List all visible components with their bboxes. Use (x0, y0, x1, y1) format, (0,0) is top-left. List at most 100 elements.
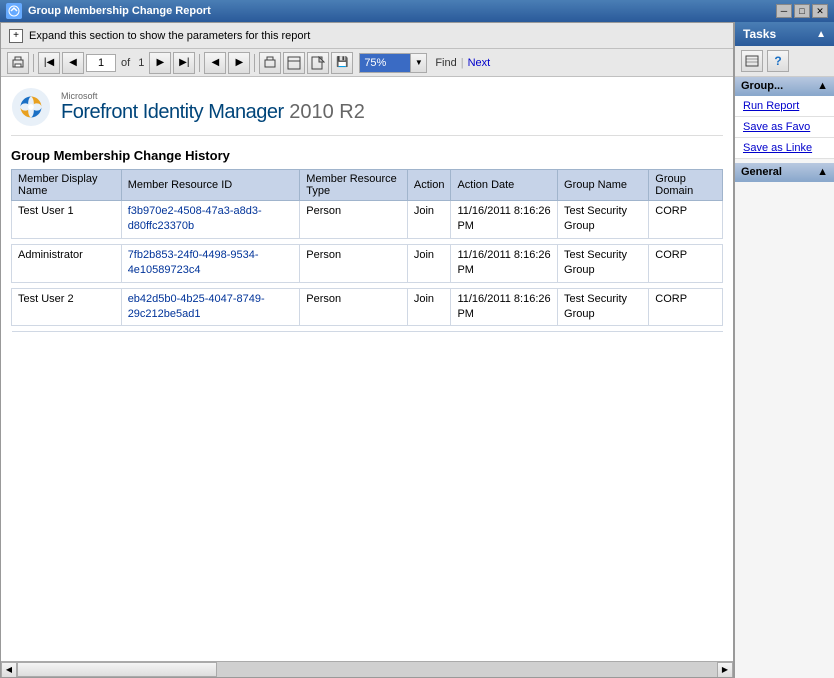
last-page-button[interactable]: ▶| (173, 52, 195, 74)
tasks-group-label: Group... (741, 80, 783, 92)
tasks-general-arrow[interactable]: ▲ (817, 166, 828, 178)
tasks-general-section: General ▲ (735, 163, 834, 182)
tasks-panel: Tasks ▲ ? Group... ▲ Run Report Save as … (734, 22, 834, 678)
next-page-button[interactable]: ▶ (149, 52, 171, 74)
table-row: Test User 2eb42d5b0-4b25-4047-8749-29c21… (12, 288, 723, 326)
report-content: Microsoft Forefront Identity Manager 201… (1, 77, 733, 661)
toolbar-sep-2 (199, 54, 200, 72)
table-cell: Join (407, 201, 451, 239)
table-cell: f3b970e2-4508-47a3-a8d3-d80ffc23370b (121, 201, 300, 239)
table-cell: Test User 2 (12, 288, 122, 326)
page-input[interactable] (86, 54, 116, 72)
tasks-header-label: Tasks (743, 27, 776, 41)
scroll-track[interactable] (17, 662, 717, 677)
fim-logo (11, 87, 51, 127)
save-button[interactable]: 💾 (331, 52, 353, 74)
microsoft-label: Microsoft (61, 91, 365, 101)
save-link-item[interactable]: Save as Linke (735, 138, 834, 159)
scroll-right-button[interactable]: ▶ (717, 662, 733, 678)
print2-button[interactable] (259, 52, 281, 74)
of-label: of (118, 57, 133, 69)
first-page-button[interactable]: |◀ (38, 52, 60, 74)
col-header-group-domain: Group Domain (649, 170, 723, 201)
back-button[interactable]: ◀ (204, 52, 226, 74)
zoom-arrow[interactable]: ▼ (410, 54, 426, 72)
col-header-group-name: Group Name (558, 170, 649, 201)
page-total: 1 (135, 57, 147, 69)
product-name-row: Forefront Identity Manager 2010 R2 (61, 101, 365, 124)
table-row: Test User 1f3b970e2-4508-47a3-a8d3-d80ff… (12, 201, 723, 239)
table-cell: Join (407, 288, 451, 326)
tasks-panel-header: Tasks ▲ (735, 22, 834, 46)
tasks-general-label: General (741, 166, 782, 178)
forward-button[interactable]: ▶ (228, 52, 250, 74)
bottom-scrollbar[interactable]: ◀ ▶ (1, 661, 733, 677)
expand-text: Expand this section to show the paramete… (29, 30, 310, 42)
find-label: Find (435, 57, 456, 69)
tasks-general-header: General ▲ (735, 163, 834, 182)
title-bar: Group Membership Change Report ─ □ ✕ (0, 0, 834, 22)
table-cell: CORP (649, 288, 723, 326)
tasks-icons-row: ? (735, 46, 834, 77)
scroll-left-button[interactable]: ◀ (1, 662, 17, 678)
layout-button[interactable] (283, 52, 305, 74)
toolbar-sep-3 (254, 54, 255, 72)
table-cell: 11/16/2011 8:16:26 PM (451, 201, 558, 239)
expand-icon[interactable]: + (9, 29, 23, 43)
tasks-group-arrow[interactable]: ▲ (817, 80, 828, 92)
export-button[interactable] (307, 52, 329, 74)
fim-logo-text: Microsoft Forefront Identity Manager 201… (61, 91, 365, 124)
tasks-help-button[interactable]: ? (767, 50, 789, 72)
tasks-group-section: Group... ▲ Run Report Save as Favo Save … (735, 77, 834, 159)
find-separator: | (461, 57, 464, 69)
table-cell: Join (407, 244, 451, 282)
prev-page-button[interactable]: ◀ (62, 52, 84, 74)
col-header-member-resource-type: Member Resource Type (300, 170, 408, 201)
zoom-dropdown[interactable]: 75% ▼ (359, 53, 427, 73)
table-cell: 11/16/2011 8:16:26 PM (451, 288, 558, 326)
table-cell: eb42d5b0-4b25-4047-8749-29c212be5ad1 (121, 288, 300, 326)
toolbar-sep-1 (33, 54, 34, 72)
table-cell: Person (300, 201, 408, 239)
expand-bar: + Expand this section to show the parame… (1, 23, 733, 49)
main-container: + Expand this section to show the parame… (0, 22, 834, 678)
run-report-item[interactable]: Run Report (735, 96, 834, 117)
table-cell: Test Security Group (558, 288, 649, 326)
title-bar-left: Group Membership Change Report (6, 3, 211, 19)
report-title: Group Membership Change History (11, 148, 723, 163)
find-area: Find | Next (435, 57, 490, 69)
scroll-thumb[interactable] (17, 662, 217, 677)
save-fav-item[interactable]: Save as Favo (735, 117, 834, 138)
table-cell: Person (300, 288, 408, 326)
table-cell: Administrator (12, 244, 122, 282)
report-table: Member Display Name Member Resource ID M… (11, 169, 723, 332)
col-header-action: Action (407, 170, 451, 201)
table-cell: CORP (649, 201, 723, 239)
table-cell: 7fb2b853-24f0-4498-9534-4e10589723c4 (121, 244, 300, 282)
col-header-action-date: Action Date (451, 170, 558, 201)
product-version: 2010 R2 (284, 101, 365, 123)
next-button[interactable]: Next (468, 57, 491, 69)
table-cell: Person (300, 244, 408, 282)
tasks-expand-icon[interactable]: ▲ (816, 29, 826, 40)
table-cell: Test Security Group (558, 201, 649, 239)
app-icon (6, 3, 22, 19)
table-row: Administrator7fb2b853-24f0-4498-9534-4e1… (12, 244, 723, 282)
table-cell: Test User 1 (12, 201, 122, 239)
maximize-button[interactable]: □ (794, 4, 810, 18)
table-cell: CORP (649, 244, 723, 282)
table-header-row: Member Display Name Member Resource ID M… (12, 170, 723, 201)
zoom-value: 75% (360, 54, 410, 72)
minimize-button[interactable]: ─ (776, 4, 792, 18)
window-controls[interactable]: ─ □ ✕ (776, 4, 828, 18)
content-area: + Expand this section to show the parame… (0, 22, 734, 678)
close-button[interactable]: ✕ (812, 4, 828, 18)
tasks-list-button[interactable] (741, 50, 763, 72)
table-cell: Test Security Group (558, 244, 649, 282)
table-spacer-row (12, 326, 723, 332)
product-name: Forefront Identity Manager (61, 101, 284, 123)
fim-header: Microsoft Forefront Identity Manager 201… (11, 87, 723, 136)
print-button[interactable] (7, 52, 29, 74)
tasks-group-section-header: Group... ▲ (735, 77, 834, 96)
fim-logo-icon (11, 87, 51, 127)
